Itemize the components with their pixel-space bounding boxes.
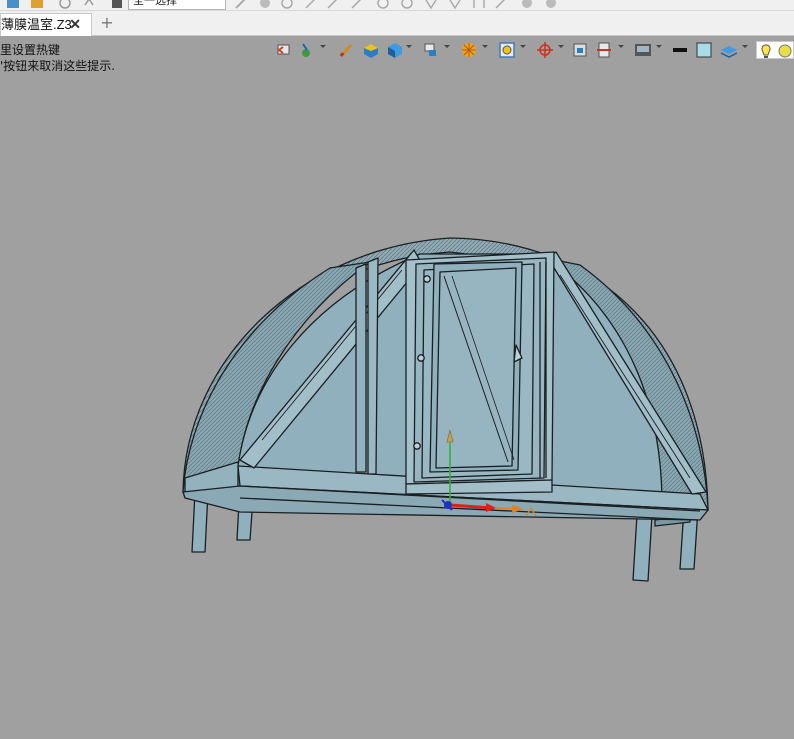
main-toolbar: 全一选择 bbox=[0, 0, 794, 11]
tool-icon[interactable] bbox=[494, 0, 508, 9]
tool-icon[interactable] bbox=[424, 0, 438, 10]
tab-label: 薄膜温室.Z3 bbox=[1, 17, 72, 32]
3d-viewport[interactable]: 里设置热键 '按钮来取消这些提示. bbox=[0, 36, 794, 739]
tool-icon[interactable] bbox=[376, 0, 390, 9]
select-filter-dropdown[interactable]: 全一选择 bbox=[128, 0, 226, 10]
redo-icon[interactable] bbox=[82, 0, 96, 9]
gear-icon[interactable] bbox=[520, 0, 534, 9]
greenhouse-model[interactable] bbox=[0, 36, 794, 739]
app-icon[interactable] bbox=[6, 0, 20, 9]
new-tab-button[interactable]: + bbox=[98, 13, 116, 35]
tool-icon[interactable] bbox=[280, 0, 294, 9]
tool-icon[interactable] bbox=[234, 0, 248, 9]
tool-icon[interactable] bbox=[448, 0, 462, 10]
tool-icon[interactable] bbox=[400, 0, 414, 9]
gear-icon[interactable] bbox=[544, 0, 558, 9]
open-icon[interactable] bbox=[30, 0, 44, 9]
tool-icon[interactable] bbox=[350, 0, 364, 9]
tab-document[interactable]: 薄膜温室.Z3 ✕ bbox=[0, 13, 92, 36]
undo-icon[interactable] bbox=[58, 0, 72, 9]
tool-icon[interactable] bbox=[304, 0, 318, 9]
filter-icon[interactable] bbox=[110, 0, 124, 9]
tool-icon[interactable] bbox=[258, 0, 272, 9]
close-icon[interactable]: ✕ bbox=[69, 14, 81, 35]
document-tab-bar: 薄膜温室.Z3 ✕ + bbox=[0, 11, 794, 36]
tool-icon[interactable] bbox=[472, 0, 486, 9]
tool-icon[interactable] bbox=[326, 0, 340, 9]
